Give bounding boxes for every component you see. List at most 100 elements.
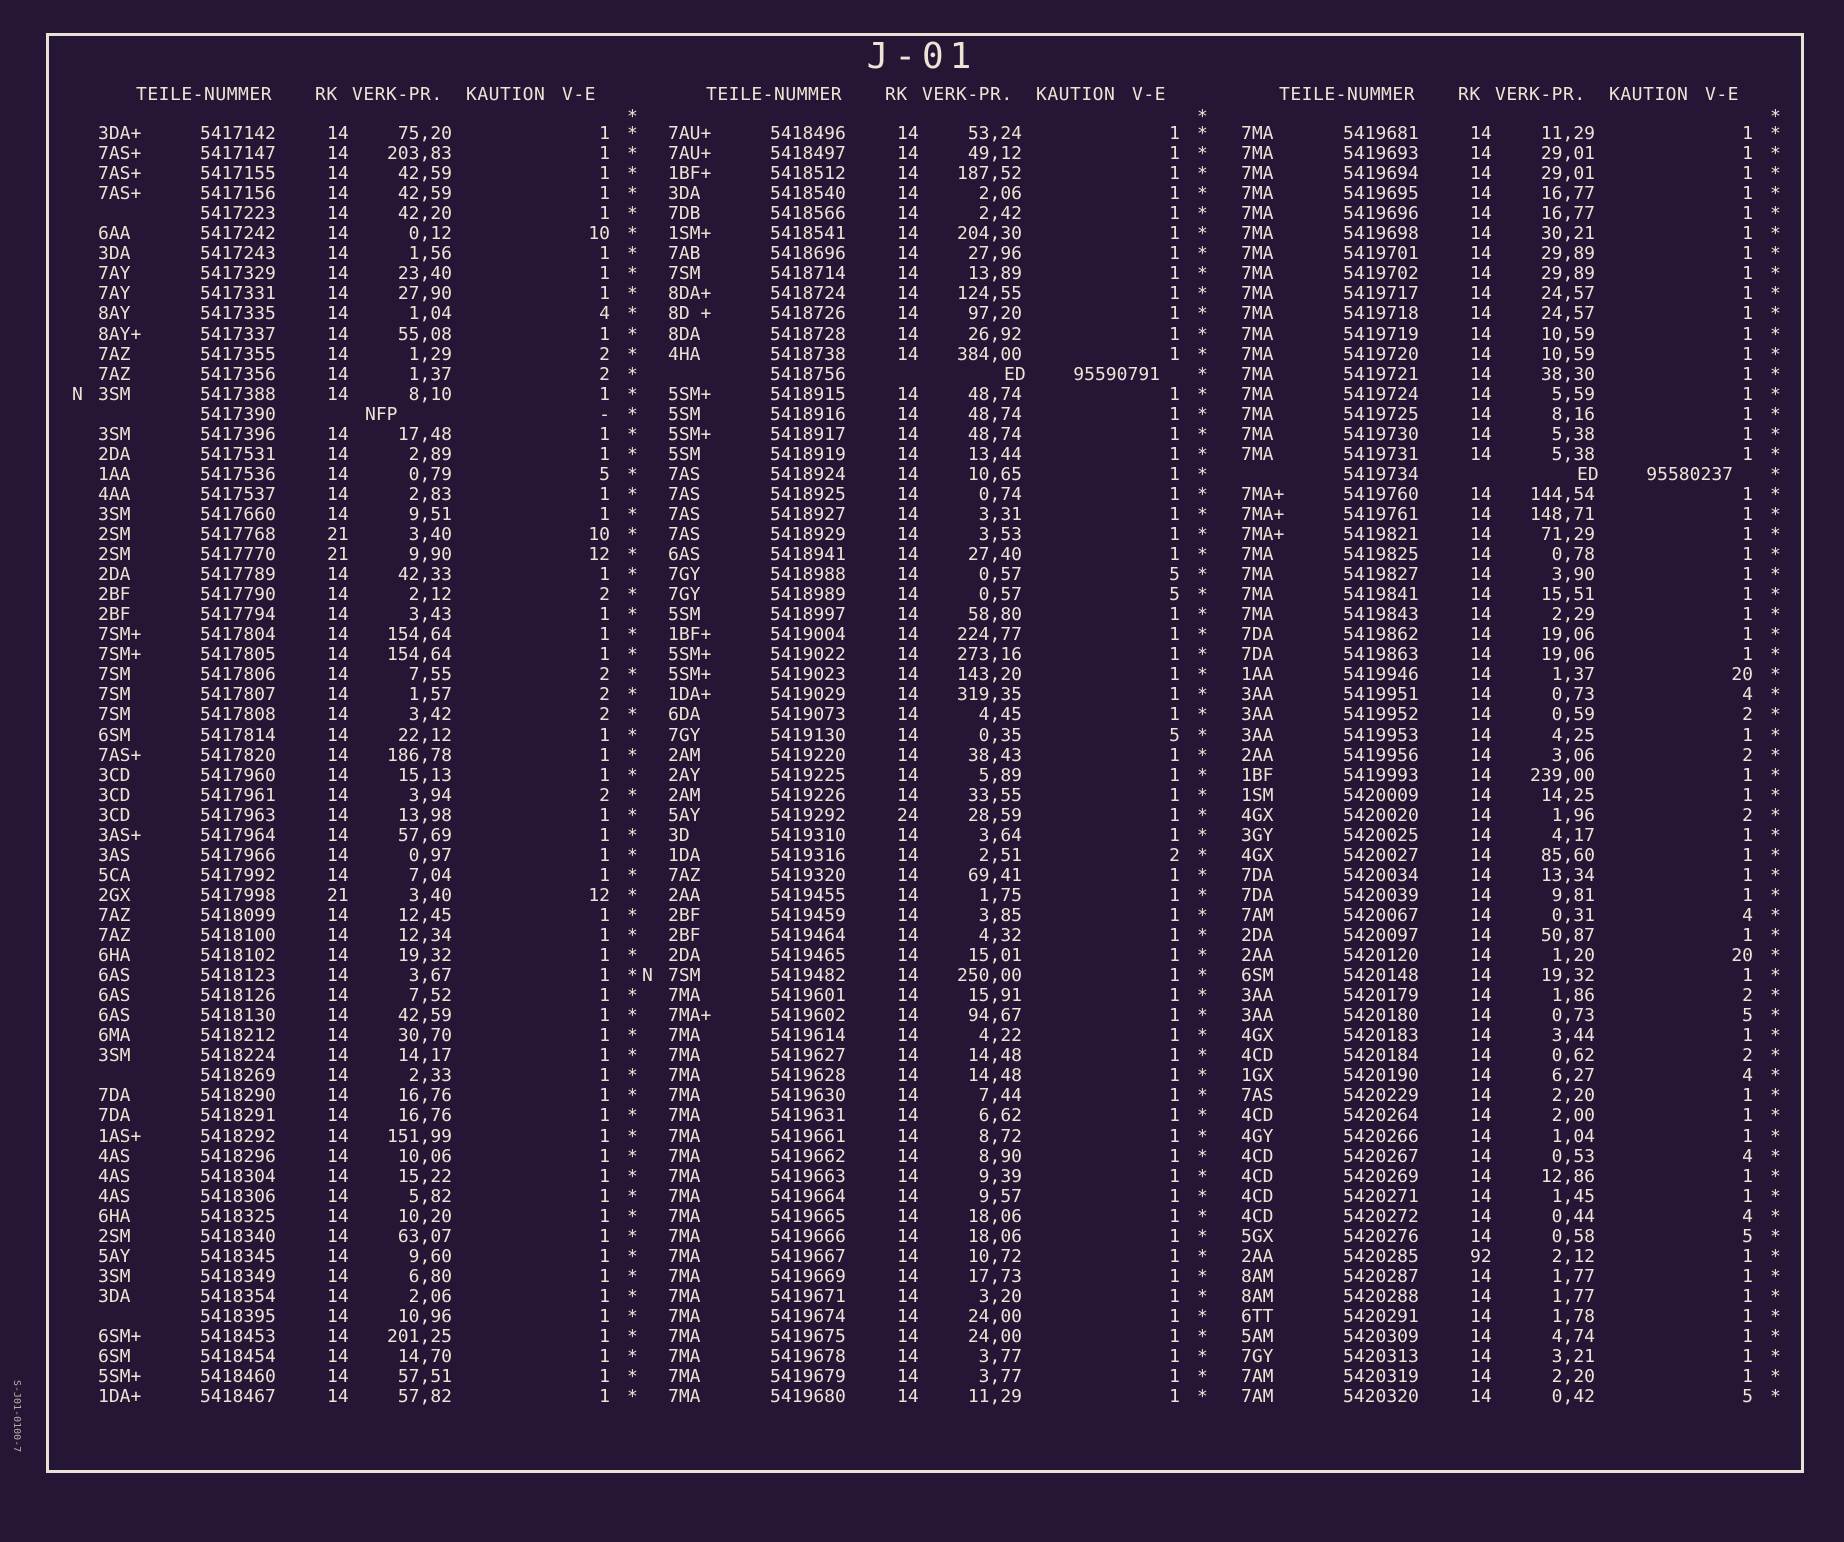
row-part-number: 5418927 xyxy=(770,503,846,525)
row-star: * xyxy=(1197,804,1208,826)
row-code: 1DA xyxy=(668,844,701,866)
row-code: 3SM xyxy=(98,503,131,525)
row-price: 203,83 xyxy=(386,143,452,165)
row-ve: 1 xyxy=(1742,403,1753,425)
row-part-number: 5417396 xyxy=(200,423,276,445)
row-code: 4CD xyxy=(1241,1205,1274,1227)
header-ve: V-E xyxy=(1705,84,1740,105)
row-ve: 1 xyxy=(1742,503,1753,525)
row-price: 10,59 xyxy=(1540,343,1595,365)
row-ve: 2 xyxy=(1742,985,1753,1007)
row-star: * xyxy=(1197,1065,1208,1087)
row-star: * xyxy=(1197,283,1208,305)
row-price: 1,56 xyxy=(408,243,452,265)
row-code: 5SM+ xyxy=(98,1366,142,1388)
row-rk: 14 xyxy=(897,383,919,405)
row-part-number: 5418929 xyxy=(770,524,846,545)
row-code: 8AY xyxy=(98,303,131,325)
row-part-number: 5417335 xyxy=(200,303,276,325)
row-status: ED xyxy=(1004,363,1026,385)
row-star: * xyxy=(1770,764,1781,786)
row-ve: - xyxy=(599,403,610,425)
row-ve: 1 xyxy=(1169,283,1180,305)
row-part-number: 5419702 xyxy=(1343,263,1419,285)
row-ve: 1 xyxy=(599,163,610,185)
row-ve: 1 xyxy=(1742,323,1753,345)
row-price: 24,00 xyxy=(967,1305,1022,1327)
row-part-number: 5419661 xyxy=(770,1125,846,1147)
row-price: 10,65 xyxy=(967,463,1022,485)
row-star: * xyxy=(1197,1045,1208,1067)
row-rk: 14 xyxy=(897,1245,919,1267)
row-rk: 14 xyxy=(1470,503,1492,525)
row-part-number: 5418340 xyxy=(200,1225,276,1247)
row-star: * xyxy=(627,884,638,906)
row-star: * xyxy=(1770,644,1781,666)
row-ve: 2 xyxy=(1742,1045,1753,1067)
row-rk: 14 xyxy=(327,163,349,185)
row-rk: 14 xyxy=(897,1085,919,1107)
row-rk: 14 xyxy=(327,463,349,485)
row-price: 9,57 xyxy=(978,1185,1022,1207)
row-price: 250,00 xyxy=(956,965,1022,987)
row-code: 5AY xyxy=(668,804,701,826)
row-code: 7AS+ xyxy=(98,744,142,766)
row-rk: 14 xyxy=(327,1366,349,1388)
row-rk: 14 xyxy=(897,483,919,505)
row-code: 2AA xyxy=(1241,945,1274,967)
row-star: * xyxy=(1770,243,1781,265)
row-rk: 14 xyxy=(1470,764,1492,786)
row-code: 2AA xyxy=(1241,744,1274,766)
row-part-number: 5419220 xyxy=(770,744,846,766)
row-part-number: 5418924 xyxy=(770,463,846,485)
row-star: * xyxy=(1197,704,1208,726)
row-code: 7SM xyxy=(98,684,131,706)
row-part-number: 5419821 xyxy=(1343,524,1419,545)
row-star: * xyxy=(1770,1285,1781,1307)
row-price: 3,42 xyxy=(408,704,452,726)
row-rk: 14 xyxy=(897,604,919,626)
row-part-number: 5420272 xyxy=(1343,1205,1419,1227)
row-star: * xyxy=(1197,163,1208,185)
row-code: 7AM xyxy=(1241,1386,1274,1408)
row-star: * xyxy=(1770,303,1781,325)
row-rk: 14 xyxy=(897,1346,919,1368)
row-price: 18,06 xyxy=(967,1225,1022,1247)
row-price: 7,52 xyxy=(408,985,452,1007)
row-code: 7MA xyxy=(1241,203,1274,225)
row-part-number: 5420313 xyxy=(1343,1346,1419,1368)
row-star: * xyxy=(1770,784,1781,806)
row-rk: 21 xyxy=(327,524,349,545)
row-price: 11,29 xyxy=(1540,123,1595,144)
row-part-number: 5418728 xyxy=(770,323,846,345)
row-star: * xyxy=(1770,724,1781,746)
row-rk: 14 xyxy=(327,423,349,445)
row-price: 29,89 xyxy=(1540,243,1595,265)
row-price: 1,77 xyxy=(1551,1285,1595,1307)
row-star: * xyxy=(1770,544,1781,566)
row-ve: 1 xyxy=(1742,584,1753,606)
row-code: 2AA xyxy=(1241,1245,1274,1267)
row-rk: 14 xyxy=(897,1165,919,1187)
row-part-number: 5419662 xyxy=(770,1145,846,1167)
row-ve: 1 xyxy=(599,423,610,445)
row-ve: 1 xyxy=(1742,965,1753,987)
row-ve: 2 xyxy=(599,684,610,706)
row-rk: 14 xyxy=(897,183,919,205)
row-ve: 1 xyxy=(1169,443,1180,465)
row-star: * xyxy=(627,1025,638,1047)
row-star: * xyxy=(1197,1225,1208,1247)
row-code: 7MA xyxy=(668,1145,701,1167)
row-star: * xyxy=(1770,624,1781,646)
row-code: 3AA xyxy=(1241,724,1274,746)
row-part-number: 5419761 xyxy=(1343,503,1419,525)
row-code: 5SM+ xyxy=(668,644,712,666)
header-kaution: KAUTION xyxy=(1609,84,1689,105)
row-part-number: 5418696 xyxy=(770,243,846,265)
row-code: 7AZ xyxy=(98,925,131,946)
row-price: 8,16 xyxy=(1551,403,1595,425)
row-price: 57,69 xyxy=(397,824,452,846)
row-part-number: 5417390 xyxy=(200,403,276,425)
row-star: * xyxy=(1197,1185,1208,1207)
row-star: * xyxy=(1770,403,1781,425)
